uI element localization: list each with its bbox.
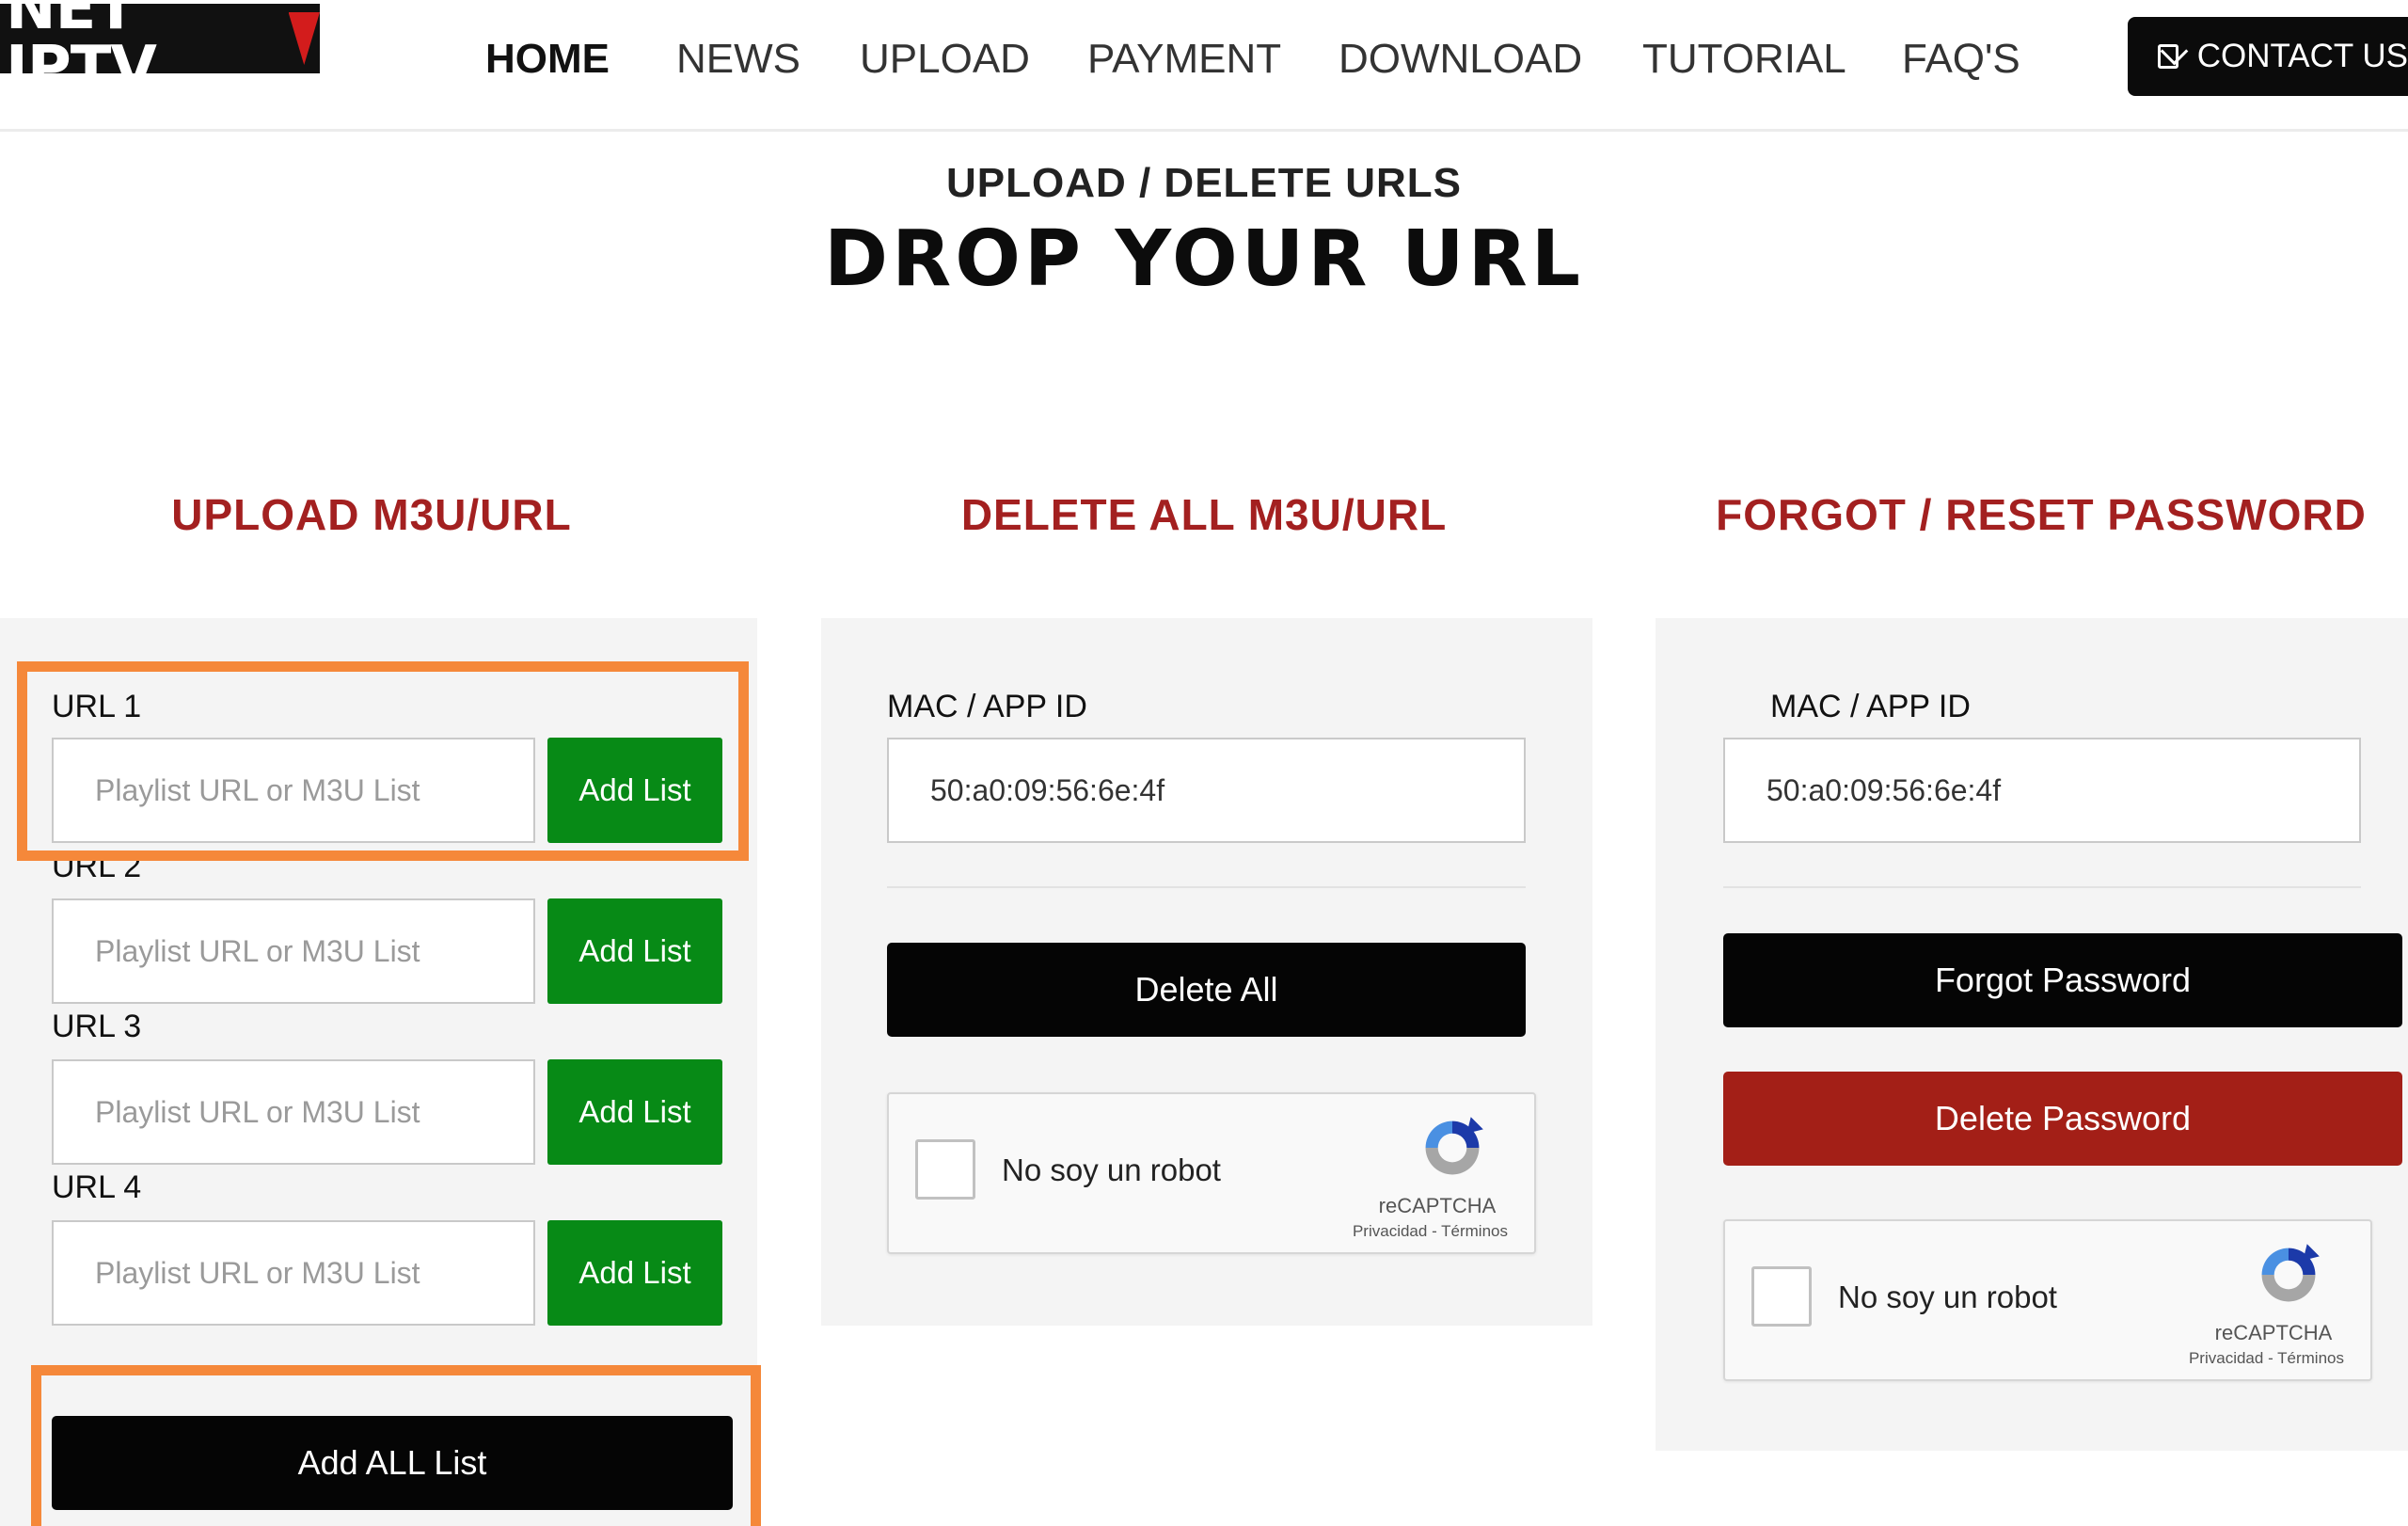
delete-all-heading: DELETE ALL M3U/URL bbox=[960, 490, 1448, 539]
password-recaptcha: No soy un robot reCAPTCHA Privacidad - T… bbox=[1723, 1219, 2372, 1381]
site-logo[interactable]: NET IPTV bbox=[0, 0, 320, 99]
nav-tutorial[interactable]: TUTORIAL bbox=[1642, 26, 1846, 92]
add-list-4-button[interactable]: Add List bbox=[547, 1220, 722, 1326]
nav-news[interactable]: NEWS bbox=[676, 26, 800, 92]
mail-icon bbox=[2158, 44, 2178, 69]
add-list-2-button[interactable]: Add List bbox=[547, 898, 722, 1004]
password-mac-label: MAC / APP ID bbox=[1770, 689, 1971, 724]
delete-recaptcha-brand: reCAPTCHA bbox=[1378, 1194, 1497, 1217]
password-recaptcha-checkbox[interactable] bbox=[1751, 1266, 1812, 1327]
delete-password-button[interactable]: Delete Password bbox=[1723, 1072, 2402, 1166]
password-heading: FORGOT / RESET PASSWORD bbox=[1716, 490, 2367, 539]
url-2-label: URL 2 bbox=[52, 849, 142, 884]
url-1-input[interactable] bbox=[52, 738, 535, 843]
delete-mac-label: MAC / APP ID bbox=[887, 689, 1087, 724]
add-all-list-button[interactable]: Add ALL List bbox=[52, 1416, 733, 1510]
nav-faqs[interactable]: FAQ'S bbox=[1902, 26, 2020, 92]
page-subtitle: UPLOAD / DELETE URLS bbox=[945, 160, 1463, 206]
url-4-label: URL 4 bbox=[52, 1169, 142, 1205]
delete-all-button[interactable]: Delete All bbox=[887, 943, 1526, 1037]
nav-download[interactable]: DOWNLOAD bbox=[1339, 26, 1582, 92]
password-recaptcha-brand: reCAPTCHA bbox=[2214, 1321, 2333, 1344]
delete-divider bbox=[887, 886, 1526, 888]
url-1-label: URL 1 bbox=[52, 689, 142, 724]
url-4-input[interactable] bbox=[52, 1220, 535, 1326]
recaptcha-icon bbox=[1425, 1117, 1483, 1175]
add-list-1-button[interactable]: Add List bbox=[547, 738, 722, 843]
upload-heading: UPLOAD M3U/URL bbox=[171, 490, 572, 539]
password-recaptcha-label: No soy un robot bbox=[1838, 1280, 2057, 1314]
password-recaptcha-terms[interactable]: Privacidad - Términos bbox=[2189, 1349, 2344, 1368]
nav-upload[interactable]: UPLOAD bbox=[860, 26, 1030, 92]
add-list-3-button[interactable]: Add List bbox=[547, 1059, 722, 1165]
contact-us-label: CONTACT US bbox=[2196, 38, 2408, 74]
contact-us-button[interactable]: CONTACT US bbox=[2128, 17, 2408, 96]
nav-payment[interactable]: PAYMENT bbox=[1087, 26, 1281, 92]
page-title: DROP YOUR URL bbox=[824, 215, 1584, 304]
delete-recaptcha: No soy un robot reCAPTCHA Privacidad - T… bbox=[887, 1092, 1536, 1254]
delete-mac-input[interactable] bbox=[887, 738, 1526, 843]
recaptcha-icon bbox=[2261, 1244, 2320, 1302]
password-divider bbox=[1723, 886, 2361, 888]
delete-recaptcha-label: No soy un robot bbox=[1002, 1152, 1221, 1187]
nav-home[interactable]: HOME bbox=[485, 26, 610, 92]
url-2-input[interactable] bbox=[52, 898, 535, 1004]
forgot-password-button[interactable]: Forgot Password bbox=[1723, 933, 2402, 1027]
password-mac-input[interactable] bbox=[1723, 738, 2361, 843]
url-3-label: URL 3 bbox=[52, 1009, 142, 1044]
logo-mark-icon bbox=[288, 12, 320, 65]
delete-recaptcha-terms[interactable]: Privacidad - Términos bbox=[1353, 1222, 1508, 1241]
site-header: NET IPTV HOME NEWS UPLOAD PAYMENT DOWNLO… bbox=[0, 0, 2408, 132]
delete-recaptcha-checkbox[interactable] bbox=[915, 1139, 975, 1200]
logo-text: NET IPTV bbox=[6, 0, 157, 103]
url-3-input[interactable] bbox=[52, 1059, 535, 1165]
